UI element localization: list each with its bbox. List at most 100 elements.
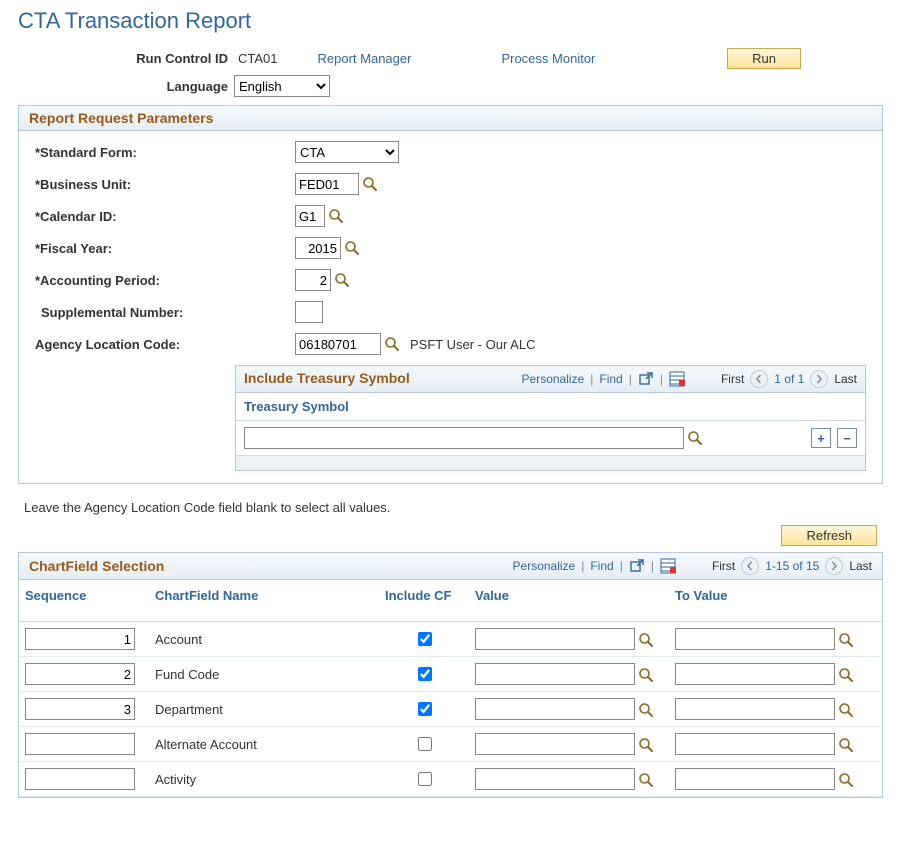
value-input[interactable] <box>475 698 635 720</box>
personalize-link[interactable]: Personalize <box>522 372 585 386</box>
find-link[interactable]: Find <box>599 372 622 386</box>
language-select[interactable]: English <box>234 75 330 97</box>
include-cf-checkbox[interactable] <box>418 667 432 681</box>
table-row: Alternate Account <box>19 727 882 762</box>
column-value[interactable]: Value <box>469 580 669 622</box>
column-sequence[interactable]: Sequence <box>19 580 149 622</box>
run-control-id-value: CTA01 <box>238 51 278 66</box>
next-button[interactable] <box>810 370 828 388</box>
standard-form-select[interactable]: CTA <box>295 141 399 163</box>
range-label: 1-15 of 15 <box>765 559 819 573</box>
lookup-icon[interactable] <box>838 772 854 788</box>
lookup-icon[interactable] <box>638 737 654 753</box>
include-cf-checkbox[interactable] <box>418 632 432 646</box>
last-label: Last <box>849 559 872 573</box>
include-cf-checkbox[interactable] <box>418 702 432 716</box>
language-label: Language <box>0 79 228 94</box>
value-input[interactable] <box>475 663 635 685</box>
table-row: Activity <box>19 762 882 797</box>
calendar-id-input[interactable] <box>295 205 325 227</box>
value-input[interactable] <box>475 628 635 650</box>
sequence-input[interactable] <box>25 768 135 790</box>
business-unit-label: *Business Unit: <box>35 177 295 192</box>
chartfield-name: Department <box>149 692 379 727</box>
table-row: Department <box>19 692 882 727</box>
to-value-input[interactable] <box>675 628 835 650</box>
table-row: Fund Code <box>19 657 882 692</box>
standard-form-label: *Standard Form: <box>35 145 295 160</box>
value-input[interactable] <box>475 733 635 755</box>
range-label: 1 of 1 <box>774 372 804 386</box>
report-manager-link[interactable]: Report Manager <box>318 51 412 66</box>
lookup-icon[interactable] <box>838 702 854 718</box>
download-icon[interactable] <box>660 558 676 574</box>
chartfield-name: Fund Code <box>149 657 379 692</box>
table-row: Account <box>19 622 882 657</box>
report-request-parameters-header: Report Request Parameters <box>19 106 882 131</box>
zoom-icon[interactable] <box>638 371 654 387</box>
process-monitor-link[interactable]: Process Monitor <box>501 51 595 66</box>
agency-location-code-input[interactable] <box>295 333 381 355</box>
last-label: Last <box>834 372 857 386</box>
chartfield-selection-box: ChartField Selection Personalize | Find … <box>18 552 883 798</box>
to-value-input[interactable] <box>675 733 835 755</box>
include-cf-checkbox[interactable] <box>418 772 432 786</box>
fiscal-year-label: *Fiscal Year: <box>35 241 295 256</box>
chartfield-name: Account <box>149 622 379 657</box>
lookup-icon[interactable] <box>838 737 854 753</box>
find-link[interactable]: Find <box>590 559 613 573</box>
column-to-value[interactable]: To Value <box>669 580 882 622</box>
include-treasury-symbol-title: Include Treasury Symbol <box>244 371 424 386</box>
sequence-input[interactable] <box>25 733 135 755</box>
sequence-input[interactable] <box>25 628 135 650</box>
lookup-icon[interactable] <box>384 336 400 352</box>
include-cf-checkbox[interactable] <box>418 737 432 751</box>
zoom-icon[interactable] <box>629 558 645 574</box>
lookup-icon[interactable] <box>638 702 654 718</box>
lookup-icon[interactable] <box>687 430 703 446</box>
supplemental-number-input[interactable] <box>295 301 323 323</box>
treasury-symbol-input[interactable] <box>244 427 684 449</box>
chartfield-name: Alternate Account <box>149 727 379 762</box>
lookup-icon[interactable] <box>334 272 350 288</box>
delete-row-button[interactable]: − <box>837 428 857 448</box>
to-value-input[interactable] <box>675 698 835 720</box>
run-button[interactable]: Run <box>727 48 801 69</box>
sequence-input[interactable] <box>25 663 135 685</box>
supplemental-number-label: Supplemental Number: <box>35 305 295 320</box>
prev-button[interactable] <box>750 370 768 388</box>
chartfield-table: Sequence ChartField Name Include CF Valu… <box>19 580 882 797</box>
download-icon[interactable] <box>669 371 685 387</box>
lookup-icon[interactable] <box>838 632 854 648</box>
column-chartfield-name[interactable]: ChartField Name <box>149 580 379 622</box>
lookup-icon[interactable] <box>638 667 654 683</box>
sequence-input[interactable] <box>25 698 135 720</box>
to-value-input[interactable] <box>675 768 835 790</box>
to-value-input[interactable] <box>675 663 835 685</box>
grid-footer <box>236 456 865 470</box>
personalize-link[interactable]: Personalize <box>513 559 576 573</box>
value-input[interactable] <box>475 768 635 790</box>
chartfield-name: Activity <box>149 762 379 797</box>
agency-location-code-label: Agency Location Code: <box>35 337 295 352</box>
agency-location-code-descr: PSFT User - Our ALC <box>410 337 535 352</box>
lookup-icon[interactable] <box>638 772 654 788</box>
include-treasury-symbol-box: Include Treasury Symbol Personalize | Fi… <box>235 365 866 471</box>
fiscal-year-input[interactable] <box>295 237 341 259</box>
add-row-button[interactable]: + <box>811 428 831 448</box>
calendar-id-label: *Calendar ID: <box>35 209 295 224</box>
next-button[interactable] <box>825 557 843 575</box>
lookup-icon[interactable] <box>344 240 360 256</box>
lookup-icon[interactable] <box>362 176 378 192</box>
run-control-id-label: Run Control ID <box>0 51 228 66</box>
lookup-icon[interactable] <box>328 208 344 224</box>
refresh-button[interactable]: Refresh <box>781 525 877 546</box>
page-title: CTA Transaction Report <box>18 8 901 34</box>
first-label: First <box>721 372 744 386</box>
lookup-icon[interactable] <box>638 632 654 648</box>
prev-button[interactable] <box>741 557 759 575</box>
business-unit-input[interactable] <box>295 173 359 195</box>
lookup-icon[interactable] <box>838 667 854 683</box>
accounting-period-input[interactable] <box>295 269 331 291</box>
column-include-cf[interactable]: Include CF <box>379 580 469 622</box>
